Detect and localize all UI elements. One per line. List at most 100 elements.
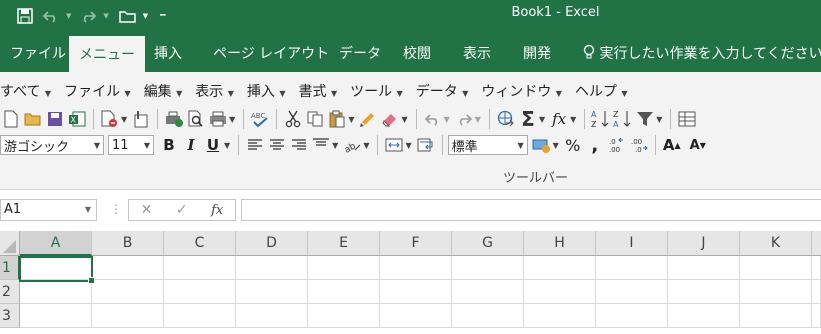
grid-cell[interactable] <box>308 304 380 328</box>
tab-view[interactable]: 表示 <box>453 32 501 72</box>
clear-icon[interactable] <box>379 108 401 130</box>
filter-icon[interactable] <box>634 108 656 130</box>
column-header[interactable]: C <box>164 231 236 256</box>
grid-cell[interactable] <box>524 280 596 304</box>
wrap-text-icon[interactable] <box>415 134 437 156</box>
currency-icon[interactable] <box>531 134 553 156</box>
align-left-icon[interactable] <box>244 134 266 156</box>
print-preview-icon[interactable] <box>185 108 207 130</box>
grid-cell[interactable] <box>92 280 164 304</box>
table-icon[interactable] <box>676 108 698 130</box>
redo-icon[interactable] <box>77 6 99 26</box>
menu-insert[interactable]: 挿入 ▼ <box>247 81 289 101</box>
close-dropdown-icon[interactable]: ▼ <box>121 115 127 124</box>
grid-cell[interactable] <box>596 304 668 328</box>
open-icon[interactable] <box>22 108 44 130</box>
cut-icon[interactable] <box>282 108 304 130</box>
grid-cell[interactable] <box>452 256 524 280</box>
column-header[interactable]: H <box>524 231 596 256</box>
row-header[interactable]: 2 <box>0 280 20 304</box>
undo-icon[interactable] <box>422 108 444 130</box>
align-center-icon[interactable] <box>266 134 288 156</box>
menu-window[interactable]: ウィンドウ ▼ <box>481 81 565 101</box>
fill-handle[interactable] <box>88 277 95 284</box>
column-header[interactable] <box>812 231 821 256</box>
autosum-icon[interactable]: Σ <box>517 107 539 131</box>
grid-cell[interactable] <box>596 280 668 304</box>
excel-file-icon[interactable]: X <box>66 108 88 130</box>
print-dropdown-icon[interactable]: ▼ <box>229 115 235 124</box>
hyperlink-icon[interactable] <box>495 108 517 130</box>
close-file-icon[interactable] <box>99 108 121 130</box>
grid-cell[interactable] <box>668 304 740 328</box>
paste-icon[interactable] <box>326 108 348 130</box>
menu-help[interactable]: ヘルプ ▼ <box>575 81 631 101</box>
function-dropdown-icon[interactable]: ▼ <box>570 115 576 124</box>
properties-icon[interactable] <box>130 108 152 130</box>
column-header[interactable]: B <box>92 231 164 256</box>
percent-button[interactable]: % <box>562 134 584 156</box>
menu-edit[interactable]: 編集 ▼ <box>144 81 186 101</box>
underline-dropdown-icon[interactable]: ▼ <box>224 141 230 150</box>
italic-button[interactable]: I <box>180 134 202 156</box>
font-size-combo[interactable]: 11 ▼ <box>108 135 154 155</box>
tab-data[interactable]: データ <box>329 32 391 72</box>
grid-cell[interactable] <box>812 256 821 280</box>
redo-icon[interactable] <box>453 108 475 130</box>
menu-all[interactable]: すべて ▼ <box>0 81 54 101</box>
copy-icon[interactable] <box>304 108 326 130</box>
tab-developer[interactable]: 開発 <box>513 32 561 72</box>
format-painter-icon[interactable] <box>357 108 379 130</box>
autosum-dropdown-icon[interactable]: ▼ <box>539 115 545 124</box>
decrease-decimal-icon[interactable]: .00.0 <box>628 134 650 156</box>
grid-cell[interactable] <box>380 280 452 304</box>
tab-review[interactable]: 校閲 <box>393 32 441 72</box>
undo-dropdown-icon[interactable]: ▼ <box>444 115 450 124</box>
filter-dropdown-icon[interactable]: ▼ <box>656 115 662 124</box>
formula-input[interactable] <box>241 199 821 221</box>
grid-cell[interactable] <box>524 256 596 280</box>
grid-cell[interactable] <box>92 256 164 280</box>
vertical-align-dropdown-icon[interactable]: ▼ <box>332 141 338 150</box>
column-header[interactable]: G <box>452 231 524 256</box>
grow-font-button[interactable]: A ▲ <box>661 134 683 156</box>
grid-cell[interactable] <box>164 304 236 328</box>
tab-menu[interactable]: メニュー <box>69 36 145 72</box>
comma-button[interactable]: , <box>584 134 606 156</box>
name-box[interactable]: A1 ▼ <box>0 199 97 221</box>
grid-cell[interactable] <box>452 280 524 304</box>
menu-data[interactable]: データ ▼ <box>416 81 472 101</box>
grid-cell[interactable] <box>92 304 164 328</box>
column-header[interactable]: K <box>740 231 812 256</box>
grid-cell[interactable] <box>308 256 380 280</box>
grid-cell[interactable] <box>20 304 92 328</box>
print-icon[interactable] <box>207 108 229 130</box>
paste-dropdown-icon[interactable]: ▼ <box>348 115 354 124</box>
grid-cell[interactable] <box>668 280 740 304</box>
increase-decimal-icon[interactable]: .0.00 <box>606 134 628 156</box>
row-header[interactable]: 3 <box>0 304 20 328</box>
column-header[interactable]: D <box>236 231 308 256</box>
merge-dropdown-icon[interactable]: ▼ <box>405 141 411 150</box>
grid-cell[interactable] <box>668 256 740 280</box>
column-header[interactable]: A <box>20 231 92 256</box>
redo-dropdown-icon[interactable]: ▼ <box>475 115 481 124</box>
currency-dropdown-icon[interactable]: ▼ <box>553 141 559 150</box>
grid-cell[interactable] <box>236 256 308 280</box>
sort-ascending-icon[interactable]: AZ <box>590 108 612 130</box>
grid-cell[interactable] <box>740 304 812 328</box>
grid-cell[interactable] <box>308 280 380 304</box>
tell-me-box[interactable]: 実行したい作業を入力してください <box>583 32 821 72</box>
grid-cell[interactable] <box>596 256 668 280</box>
font-name-combo[interactable]: 游ゴシック ▼ <box>0 135 104 155</box>
grid-cell[interactable] <box>20 280 92 304</box>
orientation-icon[interactable]: ab <box>341 134 363 156</box>
shrink-font-button[interactable]: A ▼ <box>687 134 709 156</box>
confirm-entry-button[interactable]: ✓ <box>176 202 188 218</box>
grid-cell[interactable] <box>452 304 524 328</box>
align-right-icon[interactable] <box>288 134 310 156</box>
grid-cell[interactable] <box>236 304 308 328</box>
undo-dropdown-icon[interactable]: ▼ <box>66 12 71 20</box>
menu-tools[interactable]: ツール ▼ <box>350 81 406 101</box>
spelling-icon[interactable]: ABC <box>249 108 271 130</box>
